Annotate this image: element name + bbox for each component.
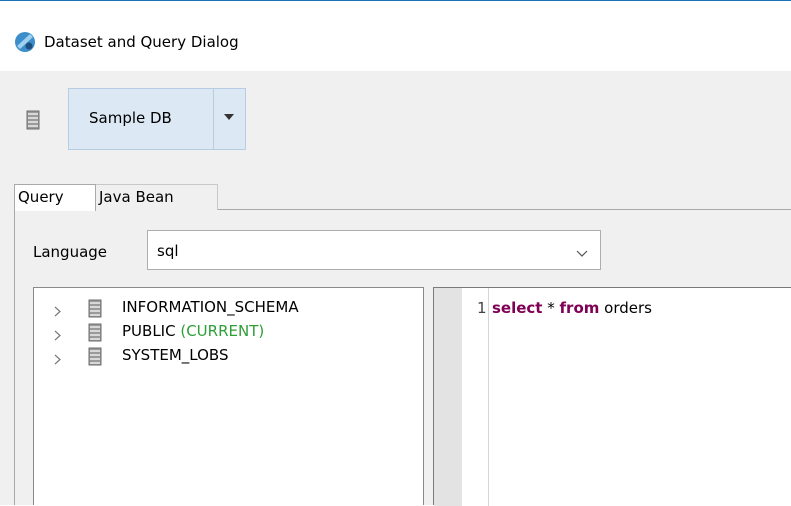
line-number-separator: [488, 288, 489, 506]
language-select[interactable]: sql: [147, 230, 601, 270]
tab-query[interactable]: Query: [14, 184, 96, 211]
window-title: Dataset and Query Dialog: [44, 33, 239, 51]
datasource-separator: [213, 89, 214, 149]
dropdown-arrow-icon[interactable]: [224, 114, 234, 120]
schema-name: PUBLIC: [122, 322, 176, 340]
language-value: sql: [157, 242, 179, 260]
schema-name: INFORMATION_SCHEMA: [122, 298, 299, 316]
database-icon: [88, 347, 102, 366]
datasource-selector[interactable]: Sample DB: [68, 88, 246, 150]
tree-item-information-schema[interactable]: INFORMATION_SCHEMA: [34, 296, 423, 320]
code-line[interactable]: select * from orders: [492, 299, 652, 317]
tab-java-bean[interactable]: Java Bean: [96, 184, 218, 210]
sql-keyword: select: [492, 299, 543, 317]
chevron-right-icon[interactable]: [54, 327, 61, 341]
chevron-right-icon[interactable]: [54, 303, 61, 317]
line-number: 1: [477, 299, 487, 317]
tree-item-public[interactable]: PUBLIC (CURRENT): [34, 320, 423, 344]
database-icon: [88, 323, 102, 342]
tree-item-label: PUBLIC (CURRENT): [122, 322, 264, 340]
tree-item-label: SYSTEM_LOBS: [122, 346, 228, 364]
dataset-wizard-icon: [14, 31, 36, 53]
database-icon: [88, 299, 102, 318]
chevron-down-icon[interactable]: [576, 244, 588, 257]
code-text: orders: [599, 299, 652, 317]
code-text: *: [542, 299, 560, 317]
schema-tree[interactable]: INFORMATION_SCHEMA PUBLIC (CURRENT) SYST…: [33, 287, 424, 505]
chevron-right-icon[interactable]: [54, 351, 61, 365]
datasource-value: Sample DB: [89, 109, 172, 127]
sql-editor[interactable]: 1 select * from orders: [433, 287, 791, 506]
current-schema-badge: (CURRENT): [180, 322, 265, 340]
schema-name: SYSTEM_LOBS: [122, 346, 229, 364]
title-bar: Dataset and Query Dialog: [0, 1, 791, 71]
tree-item-system-lobs[interactable]: SYSTEM_LOBS: [34, 344, 423, 368]
sql-keyword: from: [559, 299, 600, 317]
tree-item-label: INFORMATION_SCHEMA: [122, 298, 299, 316]
language-label: Language: [33, 243, 108, 261]
editor-ruler: [434, 288, 462, 506]
database-icon: [26, 110, 40, 130]
